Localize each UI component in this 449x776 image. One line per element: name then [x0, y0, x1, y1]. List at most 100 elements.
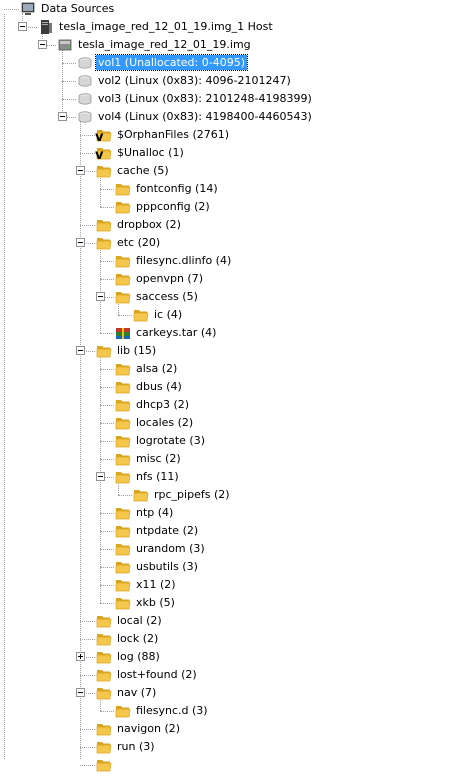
collapse-toggle[interactable]: [76, 688, 85, 697]
tree-node-label[interactable]: xkb (5): [134, 595, 177, 610]
tree-node[interactable]: dhcp3 (2): [0, 396, 449, 414]
tree-node-label[interactable]: dbus (4): [134, 379, 184, 394]
tree-node-label[interactable]: misc (2): [134, 451, 183, 466]
tree-node[interactable]: misc (2): [0, 450, 449, 468]
collapse-toggle[interactable]: [76, 346, 85, 355]
tree-node[interactable]: alsa (2): [0, 360, 449, 378]
data-sources-tree[interactable]: Data Sources tesla_image_red_12_01_19.img…: [0, 0, 449, 772]
tree-node[interactable]: rpc_pipefs (2): [0, 486, 449, 504]
tree-node[interactable]: tesla_image_red_12_01_19.img_1 Host: [0, 18, 449, 36]
tree-node-label[interactable]: [115, 757, 119, 772]
tree-node-label[interactable]: urandom (3): [134, 541, 207, 556]
collapse-toggle[interactable]: [38, 40, 47, 49]
tree-node-label[interactable]: vol2 (Linux (0x83): 4096-2101247): [96, 73, 293, 88]
tree-node[interactable]: run (3): [0, 738, 449, 756]
tree-node[interactable]: etc (20): [0, 234, 449, 252]
tree-node[interactable]: Data Sources: [0, 0, 449, 18]
tree-node-label[interactable]: lost+found (2): [115, 667, 199, 682]
tree-node[interactable]: lost+found (2): [0, 666, 449, 684]
tree-node-label[interactable]: ntpdate (2): [134, 523, 200, 538]
tree-node-label[interactable]: logrotate (3): [134, 433, 207, 448]
tree-node-label[interactable]: $Unalloc (1): [115, 145, 186, 160]
tree-node-label[interactable]: dhcp3 (2): [134, 397, 191, 412]
tree-node[interactable]: filesync.dlinfo (4): [0, 252, 449, 270]
tree-node-label[interactable]: vol1 (Unallocated: 0-4095): [95, 54, 248, 71]
folder-icon: [133, 487, 149, 503]
collapse-toggle[interactable]: [76, 238, 85, 247]
tree-node[interactable]: lock (2): [0, 630, 449, 648]
tree-node[interactable]: dropbox (2): [0, 216, 449, 234]
tree-node-label[interactable]: cache (5): [115, 163, 171, 178]
tree-node[interactable]: v $Unalloc (1): [0, 144, 449, 162]
tree-node-label[interactable]: filesync.dlinfo (4): [134, 253, 233, 268]
tree-node[interactable]: nfs (11): [0, 468, 449, 486]
tree-node[interactable]: v $OrphanFiles (2761): [0, 126, 449, 144]
tree-node-label[interactable]: etc (20): [115, 235, 162, 250]
tree-node[interactable]: locales (2): [0, 414, 449, 432]
tree-node[interactable]: xkb (5): [0, 594, 449, 612]
tree-node-label[interactable]: log (88): [115, 649, 162, 664]
tree-node[interactable]: saccess (5): [0, 288, 449, 306]
tree-node[interactable]: usbutils (3): [0, 558, 449, 576]
tree-node-label[interactable]: lib (15): [115, 343, 158, 358]
tree-node[interactable]: ntpdate (2): [0, 522, 449, 540]
folder-icon: [96, 613, 112, 629]
tree-node-label[interactable]: alsa (2): [134, 361, 179, 376]
tree-node-label[interactable]: ic (4): [152, 307, 184, 322]
tree-node[interactable]: urandom (3): [0, 540, 449, 558]
tree-node-label[interactable]: dropbox (2): [115, 217, 183, 232]
tree-node-label[interactable]: openvpn (7): [134, 271, 205, 286]
tree-node[interactable]: local (2): [0, 612, 449, 630]
tree-node[interactable]: openvpn (7): [0, 270, 449, 288]
expand-toggle[interactable]: [76, 652, 85, 661]
tree-node[interactable]: vol4 (Linux (0x83): 4198400-4460543): [0, 108, 449, 126]
tree-node-label[interactable]: Data Sources: [39, 1, 116, 16]
tree-connector-line: [80, 675, 95, 676]
collapse-toggle[interactable]: [96, 292, 105, 301]
tree-node-label[interactable]: local (2): [115, 613, 164, 628]
collapse-toggle[interactable]: [58, 112, 67, 121]
tree-node[interactable]: vol1 (Unallocated: 0-4095): [0, 54, 449, 72]
tree-node-label[interactable]: carkeys.tar (4): [134, 325, 218, 340]
tree-node-label[interactable]: rpc_pipefs (2): [152, 487, 232, 502]
tree-node[interactable]: tesla_image_red_12_01_19.img: [0, 36, 449, 54]
tree-node[interactable]: x11 (2): [0, 576, 449, 594]
tree-node[interactable]: vol2 (Linux (0x83): 4096-2101247): [0, 72, 449, 90]
tree-node-label[interactable]: ntp (4): [134, 505, 175, 520]
tree-node-label[interactable]: lock (2): [115, 631, 160, 646]
tree-node-label[interactable]: usbutils (3): [134, 559, 200, 574]
tree-node-label[interactable]: run (3): [115, 739, 157, 754]
tree-node[interactable]: fontconfig (14): [0, 180, 449, 198]
tree-node[interactable]: filesync.d (3): [0, 702, 449, 720]
tree-connector-line: [80, 225, 95, 226]
tree-node-label[interactable]: fontconfig (14): [134, 181, 220, 196]
collapse-toggle[interactable]: [76, 166, 85, 175]
collapse-toggle[interactable]: [18, 22, 27, 31]
tree-node[interactable]: logrotate (3): [0, 432, 449, 450]
tree-node[interactable]: dbus (4): [0, 378, 449, 396]
tree-node-label[interactable]: vol3 (Linux (0x83): 2101248-4198399): [96, 91, 314, 106]
tree-node-label[interactable]: filesync.d (3): [134, 703, 210, 718]
tree-node[interactable]: nav (7): [0, 684, 449, 702]
tree-node[interactable]: lib (15): [0, 342, 449, 360]
tree-node[interactable]: navigon (2): [0, 720, 449, 738]
tree-node[interactable]: vol3 (Linux (0x83): 2101248-4198399): [0, 90, 449, 108]
tree-node[interactable]: cache (5): [0, 162, 449, 180]
tree-node-label[interactable]: saccess (5): [134, 289, 200, 304]
tree-node-label[interactable]: x11 (2): [134, 577, 178, 592]
tree-node[interactable]: ic (4): [0, 306, 449, 324]
tree-node-label[interactable]: tesla_image_red_12_01_19.img: [76, 37, 253, 52]
tree-node-label[interactable]: pppconfig (2): [134, 199, 212, 214]
tree-node[interactable]: pppconfig (2): [0, 198, 449, 216]
tree-node[interactable]: carkeys.tar (4): [0, 324, 449, 342]
tree-node[interactable]: log (88): [0, 648, 449, 666]
tree-node[interactable]: ntp (4): [0, 504, 449, 522]
collapse-toggle[interactable]: [96, 472, 105, 481]
tree-node-label[interactable]: $OrphanFiles (2761): [115, 127, 231, 142]
tree-node-label[interactable]: nfs (11): [134, 469, 181, 484]
tree-node-label[interactable]: locales (2): [134, 415, 195, 430]
tree-node-label[interactable]: tesla_image_red_12_01_19.img_1 Host: [57, 19, 275, 34]
tree-node-label[interactable]: vol4 (Linux (0x83): 4198400-4460543): [96, 109, 314, 124]
tree-node-label[interactable]: nav (7): [115, 685, 158, 700]
tree-node-label[interactable]: navigon (2): [115, 721, 182, 736]
